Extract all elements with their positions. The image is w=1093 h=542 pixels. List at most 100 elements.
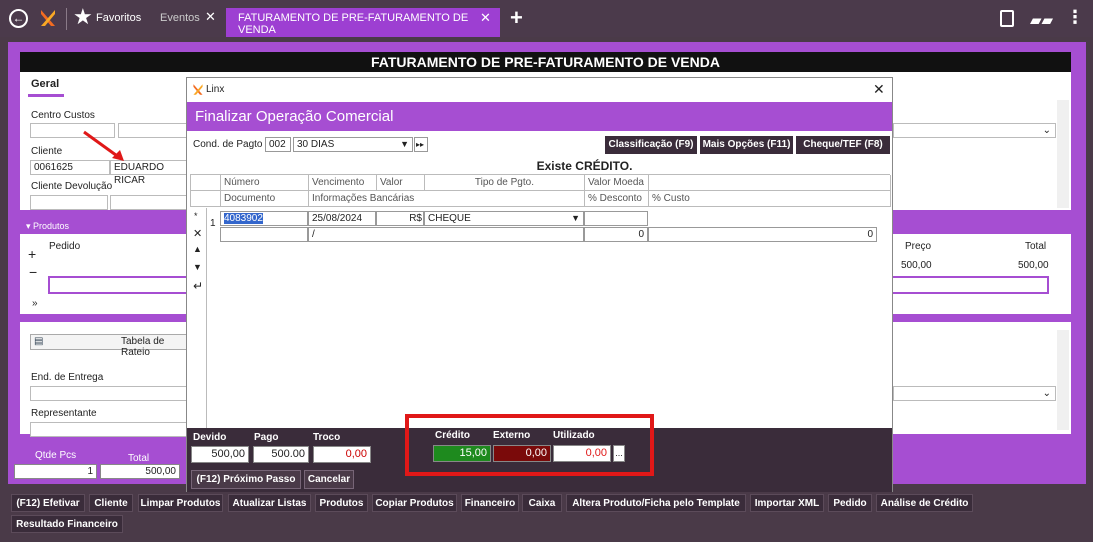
preco-cell: 500,00 (901, 260, 932, 271)
top-bar: ← ★ Favoritos Eventos ✕ FATURAMENTO DE P… (0, 0, 1093, 37)
altera-produto-button[interactable]: Altera Produto/Ficha pelo Template (566, 494, 746, 512)
annotation-arrow-icon (83, 130, 124, 161)
end-entrega-select[interactable]: ⌄ (893, 386, 1056, 401)
qtde-pcs-field: 1 (14, 464, 97, 479)
tabela-rateio-button[interactable]: ▤ Tabela de Rateio (30, 334, 188, 358)
valor-moeda-cell[interactable] (584, 211, 648, 226)
custo-header: % Custo (649, 191, 891, 207)
cond-pagto-code-field[interactable]: 002 (265, 137, 291, 152)
troco-label: Troco (313, 432, 341, 443)
row-index: 1 (210, 218, 216, 229)
pago-label: Pago (254, 432, 279, 443)
next-arrow-icon[interactable]: ▸▸ (414, 137, 428, 152)
chevron-down-icon: ▼ (400, 139, 409, 149)
total-column-header: Total (1025, 241, 1047, 252)
cond-pagto-label: Cond. de Pagto (193, 139, 263, 150)
expand-icon[interactable]: » (32, 298, 38, 309)
bancarias-cell[interactable]: / (308, 227, 584, 242)
caixa-button[interactable]: Caixa (522, 494, 562, 512)
produtos-header[interactable]: ▾ Produtos (26, 221, 69, 232)
next-step-button[interactable]: (F12) Próximo Passo (191, 470, 301, 489)
lower-scrollbar[interactable] (1057, 330, 1069, 430)
grid-corner (191, 175, 221, 191)
add-product-icon[interactable]: + (28, 246, 36, 262)
pago-field: 500.00 (253, 446, 309, 463)
importar-xml-button[interactable]: Importar XML (750, 494, 824, 512)
analise-credito-button[interactable]: Análise de Crédito (876, 494, 973, 512)
cliente-devolucao-name-field[interactable] (110, 195, 188, 210)
valor-header: Valor (377, 175, 425, 191)
cheque-tef-button[interactable]: Cheque/TEF (F8) (796, 136, 890, 154)
representante-field[interactable] (30, 422, 188, 437)
add-tab-icon[interactable]: + (510, 5, 523, 31)
chat-icon[interactable]: ▰▰ (1030, 11, 1053, 29)
more-options-icon[interactable]: ⋮ (1066, 7, 1084, 28)
section-underline (28, 94, 64, 97)
valor-cell[interactable]: R$ 500,00 (376, 211, 424, 237)
tabela-rateio-label: Tabela de Rateio (121, 336, 165, 358)
numero-cell[interactable]: 4083902 (220, 211, 308, 226)
grid-corner-2 (191, 191, 221, 207)
cliente-devolucao-code-field[interactable] (30, 195, 108, 210)
move-down-icon[interactable]: ▼ (193, 262, 202, 272)
total-field: 500,00 (100, 464, 180, 479)
atualizar-listas-button[interactable]: Atualizar Listas (228, 494, 311, 512)
section-tab-geral[interactable]: Geral (31, 78, 59, 90)
documento-cell[interactable] (220, 227, 308, 242)
mais-opcoes-button[interactable]: Mais Opções (F11) (700, 136, 793, 154)
delete-row-icon[interactable]: ✕ (193, 227, 202, 240)
devido-field: 500,00 (191, 446, 249, 463)
financeiro-button[interactable]: Financeiro (461, 494, 519, 512)
pedido-button[interactable]: Pedido (828, 494, 872, 512)
move-up-icon[interactable]: ▲ (193, 244, 202, 254)
dialog-titlebar: Linx ✕ (187, 78, 892, 102)
tipo-pgto-select[interactable]: CHEQUE ▼ (424, 211, 584, 226)
linx-logo-icon (41, 10, 55, 26)
scrollbar[interactable] (1057, 100, 1069, 208)
dialog-window-title: Linx (206, 84, 225, 95)
informacoes-bancarias-header: Informações Bancárias (309, 191, 585, 207)
tab-active[interactable]: FATURAMENTO DE PRE-FATURAMENTO DE VENDA … (226, 8, 500, 37)
cliente-button[interactable]: Cliente (89, 494, 133, 512)
close-tab-events-icon[interactable]: ✕ (205, 9, 216, 25)
star-icon[interactable]: ★ (73, 4, 93, 30)
copiar-produtos-button[interactable]: Copiar Produtos (372, 494, 457, 512)
classificacao-button[interactable]: Classificação (F9) (605, 136, 697, 154)
custo-cell[interactable]: 0 (648, 227, 877, 242)
asterisk-icon: * (194, 211, 198, 221)
produtos-button[interactable]: Produtos (315, 494, 368, 512)
close-tab-icon[interactable]: ✕ (480, 10, 491, 26)
end-entrega-field[interactable] (30, 386, 188, 401)
table-icon: ▤ (34, 336, 44, 347)
cliente-devolucao-label: Cliente Devolução (31, 181, 113, 192)
efetivar-button[interactable]: (F12) Efetivar (11, 494, 85, 512)
cond-pagto-desc: 30 DIAS (297, 139, 335, 150)
page-title: FATURAMENTO DE PRE-FATURAMENTO DE VENDA (20, 52, 1071, 72)
tipo-pgto-value: CHEQUE (428, 213, 471, 224)
tab-favorites[interactable]: Favoritos (96, 12, 141, 24)
limpar-produtos-button[interactable]: Limpar Produtos (138, 494, 223, 512)
qtde-pcs-label: Qtde Pcs (35, 450, 77, 461)
vencimento-cell[interactable]: 25/08/2024 (308, 211, 376, 226)
back-icon[interactable]: ← (9, 9, 28, 28)
clipboard-icon[interactable] (1000, 10, 1014, 27)
right-select-field[interactable]: ⌄ (893, 123, 1056, 138)
resultado-financeiro-button[interactable]: Resultado Financeiro (11, 515, 123, 533)
remove-product-icon[interactable]: − (29, 264, 37, 280)
pedido-column-header: Pedido (49, 241, 81, 252)
tab-events[interactable]: Eventos (160, 12, 200, 24)
close-dialog-icon[interactable]: ✕ (873, 81, 885, 98)
desconto-cell[interactable]: 0 (584, 227, 648, 242)
cancel-button[interactable]: Cancelar (304, 470, 354, 489)
payment-grid-header: Número Vencimento Valor Tipo de Pgto. Va… (190, 174, 891, 207)
highlight-box (405, 414, 654, 476)
desconto-header: % Desconto (585, 191, 649, 207)
devido-label: Devido (193, 432, 227, 443)
vencimento-header: Vencimento (309, 175, 377, 191)
numero-value: 4083902 (224, 213, 263, 224)
enter-icon[interactable]: ↵ (193, 279, 203, 293)
produtos-header-label: Produtos (33, 221, 70, 231)
empty-header (649, 175, 891, 191)
cond-pagto-select[interactable]: 30 DIAS ▼ (293, 137, 413, 152)
credit-notice: Existe CRÉDITO. (536, 159, 633, 173)
